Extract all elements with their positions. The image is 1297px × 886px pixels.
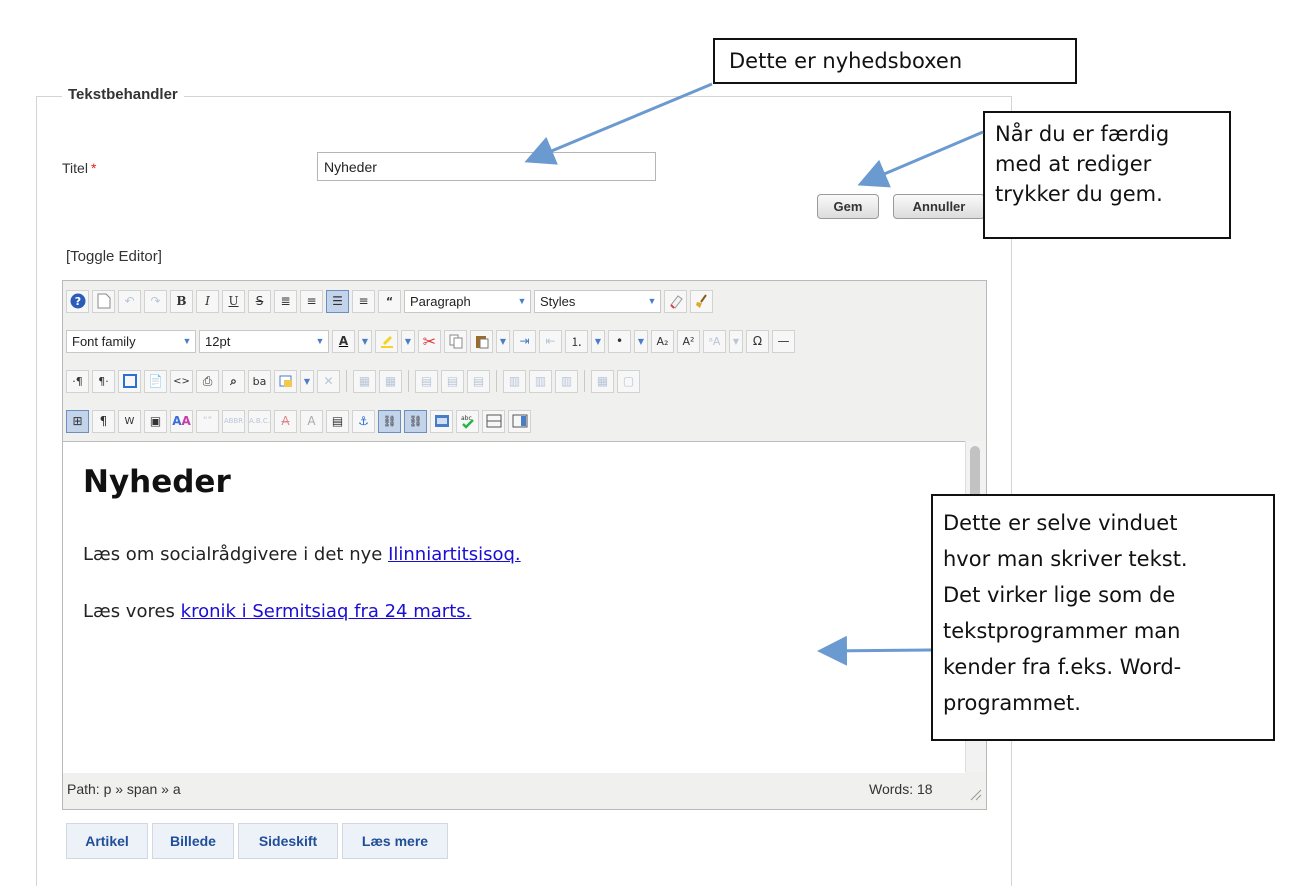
annotation-arrows (524, 82, 984, 666)
arrow-to-editor (817, 635, 932, 666)
arrow-to-title (524, 82, 713, 165)
arrow-to-save (857, 130, 984, 188)
